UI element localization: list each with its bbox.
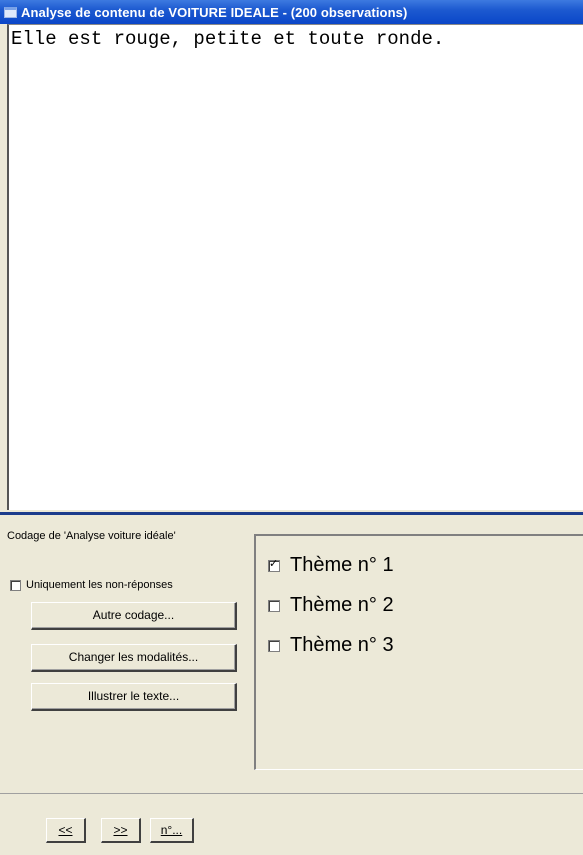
response-text-panel[interactable]: Elle est rouge, petite et toute ronde.: [7, 24, 583, 510]
illustrate-text-button[interactable]: Illustrer le texte...: [31, 683, 237, 711]
nav-divider: [0, 793, 583, 794]
left-gutter: [0, 24, 7, 510]
theme-item-1[interactable]: Thème n° 1: [268, 554, 394, 577]
theme-checkbox-checked[interactable]: [268, 557, 280, 572]
other-coding-button[interactable]: Autre codage...: [31, 602, 237, 630]
checkbox-box[interactable]: [10, 579, 21, 591]
coding-area: Codage de 'Analyse voiture idéale' Uniqu…: [7, 518, 583, 855]
change-modalities-button[interactable]: Changer les modalités...: [31, 644, 237, 672]
coding-title: Codage de 'Analyse voiture idéale': [7, 530, 176, 542]
theme-checkbox[interactable]: [268, 599, 280, 612]
window-icon: [4, 6, 17, 18]
response-text: Elle est rouge, petite et toute ronde.: [11, 28, 445, 50]
theme-item-3[interactable]: Thème n° 3: [268, 634, 394, 657]
theme-label: Thème n° 3: [290, 634, 394, 656]
theme-checkbox[interactable]: [268, 639, 280, 652]
previous-button[interactable]: <<: [46, 818, 86, 843]
only-nonresponses-label: Uniquement les non-réponses: [26, 579, 173, 591]
title-bar[interactable]: Analyse de contenu de VOITURE IDEALE - (…: [0, 0, 583, 24]
theme-label: Thème n° 2: [290, 594, 394, 616]
only-nonresponses-checkbox[interactable]: Uniquement les non-réponses: [10, 579, 173, 591]
theme-label: Thème n° 1: [290, 554, 394, 576]
themes-list: Thème n° 1 Thème n° 2 Thème n° 3: [254, 534, 583, 770]
next-button[interactable]: >>: [101, 818, 141, 843]
theme-item-2[interactable]: Thème n° 2: [268, 594, 394, 617]
window-title: Analyse de contenu de VOITURE IDEALE - (…: [21, 4, 408, 20]
panel-splitter[interactable]: [0, 512, 583, 515]
goto-number-button[interactable]: n°...: [150, 818, 194, 843]
